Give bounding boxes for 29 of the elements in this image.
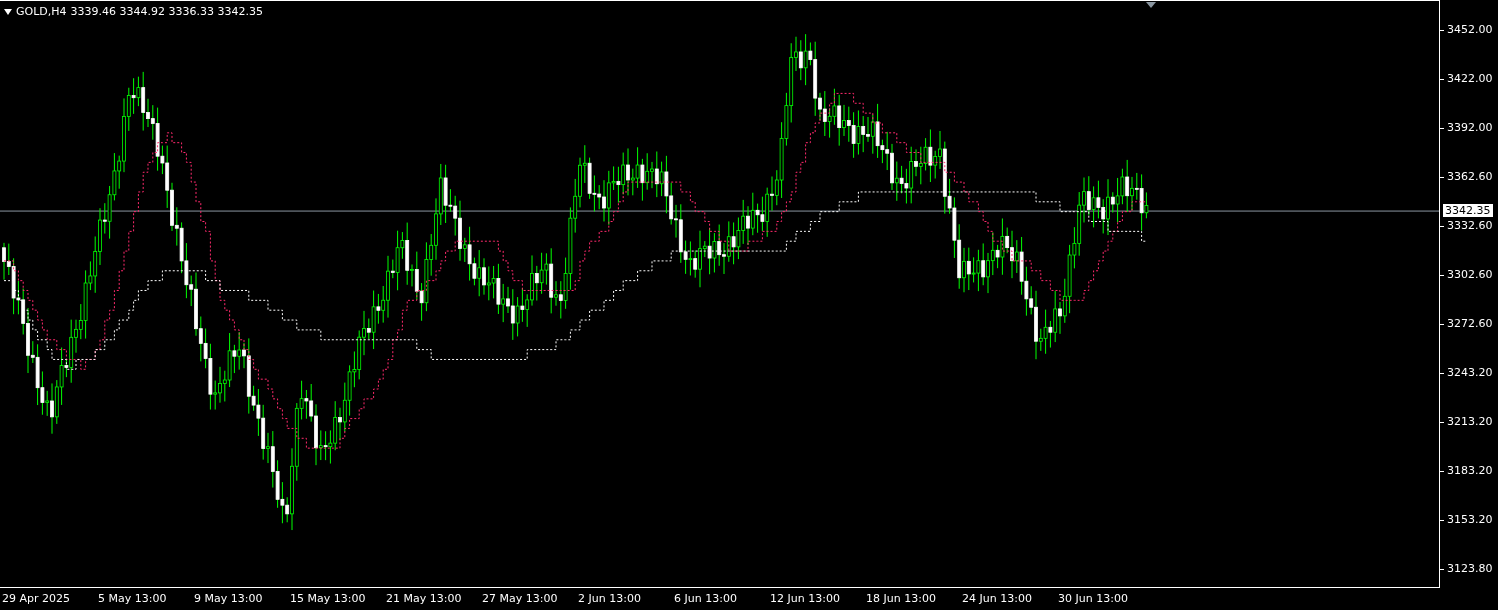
- price-label: 3272.60: [1447, 317, 1493, 330]
- price-label: 3422.00: [1447, 72, 1493, 85]
- price-label: 3362.60: [1447, 170, 1493, 183]
- price-label: 3243.20: [1447, 366, 1493, 379]
- time-label: 27 May 13:00: [482, 592, 558, 605]
- price-label: 3123.80: [1447, 562, 1493, 575]
- time-label: 2 Jun 13:00: [578, 592, 641, 605]
- price-label: 3332.60: [1447, 219, 1493, 232]
- current-price-label: 3342.35: [1443, 204, 1493, 218]
- scroll-marker-icon: [1146, 2, 1156, 8]
- time-label: 24 Jun 13:00: [962, 592, 1032, 605]
- price-label: 3392.00: [1447, 121, 1493, 134]
- time-label: 15 May 13:00: [290, 592, 366, 605]
- price-label: 3183.20: [1447, 464, 1493, 477]
- time-label: 29 Apr 2025: [2, 592, 70, 605]
- price-label: 3153.20: [1447, 513, 1493, 526]
- time-label: 18 Jun 13:00: [866, 592, 936, 605]
- time-label: 6 Jun 13:00: [674, 592, 737, 605]
- price-label: 3213.20: [1447, 415, 1493, 428]
- time-label: 9 May 13:00: [194, 592, 263, 605]
- price-label: 3302.60: [1447, 268, 1493, 281]
- time-label: 30 Jun 13:00: [1058, 592, 1128, 605]
- symbol-timeframe: GOLD,H4: [16, 5, 67, 18]
- time-label: 12 Jun 13:00: [770, 592, 840, 605]
- price-label: 3452.00: [1447, 23, 1493, 36]
- dropdown-triangle-icon[interactable]: [4, 8, 12, 15]
- time-label: 5 May 13:00: [98, 592, 167, 605]
- ohlc-values: 3339.46 3344.92 3336.33 3342.35: [70, 5, 263, 18]
- time-label: 21 May 13:00: [386, 592, 462, 605]
